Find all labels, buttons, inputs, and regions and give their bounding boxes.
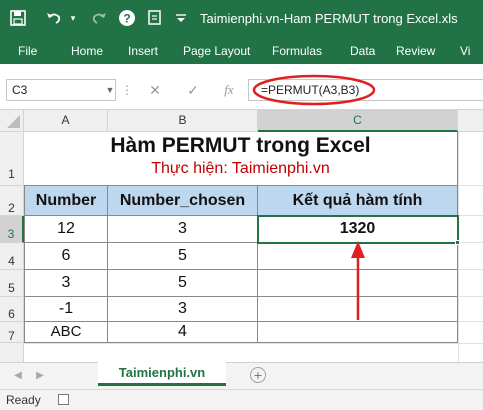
tab-view[interactable]: Vi <box>460 38 470 64</box>
row-header-1[interactable]: 1 <box>0 132 24 186</box>
row-header-8[interactable] <box>0 343 24 362</box>
status-text: Ready <box>6 393 41 407</box>
cell-b3[interactable]: 3 <box>108 216 258 243</box>
formula-highlight-ellipse <box>252 74 376 106</box>
gridline <box>458 321 483 322</box>
cell-a3[interactable]: 12 <box>24 216 108 243</box>
row-header-3[interactable]: 3 <box>0 216 24 243</box>
undo-dropdown-icon[interactable]: ▾ <box>64 9 82 27</box>
help-icon[interactable]: ? <box>118 9 136 27</box>
cell-b7[interactable]: 4 <box>108 322 258 343</box>
customize-toolbar-icon[interactable] <box>172 9 190 27</box>
row-header-6[interactable]: 6 <box>0 297 24 322</box>
name-box-dropdown-icon[interactable]: ▼ <box>104 79 116 101</box>
add-sheet-button[interactable]: + <box>250 367 266 383</box>
column-header-a[interactable]: A <box>24 110 108 132</box>
undo-icon[interactable] <box>45 9 63 27</box>
sheet-tab-active[interactable]: Taimienphi.vn <box>98 362 226 386</box>
column-header-c[interactable]: C <box>258 110 458 132</box>
gridline <box>458 132 459 362</box>
gridline <box>458 215 483 216</box>
select-all-corner[interactable] <box>0 110 24 132</box>
svg-text:?: ? <box>123 12 130 26</box>
sheet-prev-icon[interactable]: ◀ <box>12 369 24 383</box>
sheet-subtitle: Thực hiện: Taimienphi.vn <box>151 160 330 177</box>
tab-review[interactable]: Review <box>396 38 435 64</box>
enter-formula-button[interactable]: ✓ <box>183 79 203 101</box>
sheet-title: Hàm PERMUT trong Excel <box>110 134 371 157</box>
cell-a5[interactable]: 3 <box>24 270 108 297</box>
formula-bar-resize-icon[interactable]: ⋮ <box>121 79 133 101</box>
tab-file[interactable]: File <box>18 38 37 64</box>
gridline <box>24 343 483 344</box>
tab-data[interactable]: Data <box>350 38 375 64</box>
cell-b4[interactable]: 5 <box>108 243 258 270</box>
gridline <box>458 269 483 270</box>
row-header-4[interactable]: 4 <box>0 243 24 270</box>
touch-mode-icon[interactable] <box>146 9 164 27</box>
insert-function-button[interactable]: fx <box>219 79 239 101</box>
tab-page-layout[interactable]: Page Layout <box>183 38 250 64</box>
save-icon[interactable] <box>9 9 27 27</box>
name-box[interactable]: C3 <box>6 79 116 101</box>
cell-a6[interactable]: -1 <box>24 297 108 322</box>
cell-b5[interactable]: 5 <box>108 270 258 297</box>
cell-a4[interactable]: 6 <box>24 243 108 270</box>
header-cell-result[interactable]: Kết quả hàm tính <box>258 186 458 216</box>
header-cell-number[interactable]: Number <box>24 186 108 216</box>
cell-a7[interactable]: ABC <box>24 322 108 343</box>
annotation-arrow <box>351 241 365 320</box>
column-header-d[interactable] <box>458 110 483 132</box>
macro-record-icon[interactable] <box>58 394 69 405</box>
cancel-formula-button[interactable]: ✕ <box>145 79 165 101</box>
column-header-b[interactable]: B <box>108 110 258 132</box>
row-header-2[interactable]: 2 <box>0 186 24 216</box>
cell-b6[interactable]: 3 <box>108 297 258 322</box>
redo-icon[interactable] <box>90 9 108 27</box>
gridline <box>458 242 483 243</box>
header-cell-number-chosen[interactable]: Number_chosen <box>108 186 258 216</box>
status-bar <box>0 389 483 410</box>
cell-c7[interactable] <box>258 322 458 343</box>
row-header-7[interactable]: 7 <box>0 322 24 343</box>
row-header-5[interactable]: 5 <box>0 270 24 297</box>
gridline <box>458 185 483 186</box>
fill-handle[interactable] <box>455 240 460 245</box>
merged-title-cell[interactable]: Hàm PERMUT trong Excel Thực hiện: Taimie… <box>24 132 458 186</box>
sheet-next-icon[interactable]: ▶ <box>34 369 46 383</box>
tab-formulas[interactable]: Formulas <box>272 38 322 64</box>
gridline <box>458 296 483 297</box>
tab-home[interactable]: Home <box>71 38 103 64</box>
sheet-tab-bar <box>0 362 483 389</box>
tab-insert[interactable]: Insert <box>128 38 158 64</box>
window-title: Taimienphi.vn-Ham PERMUT trong Excel.xls <box>200 11 458 26</box>
